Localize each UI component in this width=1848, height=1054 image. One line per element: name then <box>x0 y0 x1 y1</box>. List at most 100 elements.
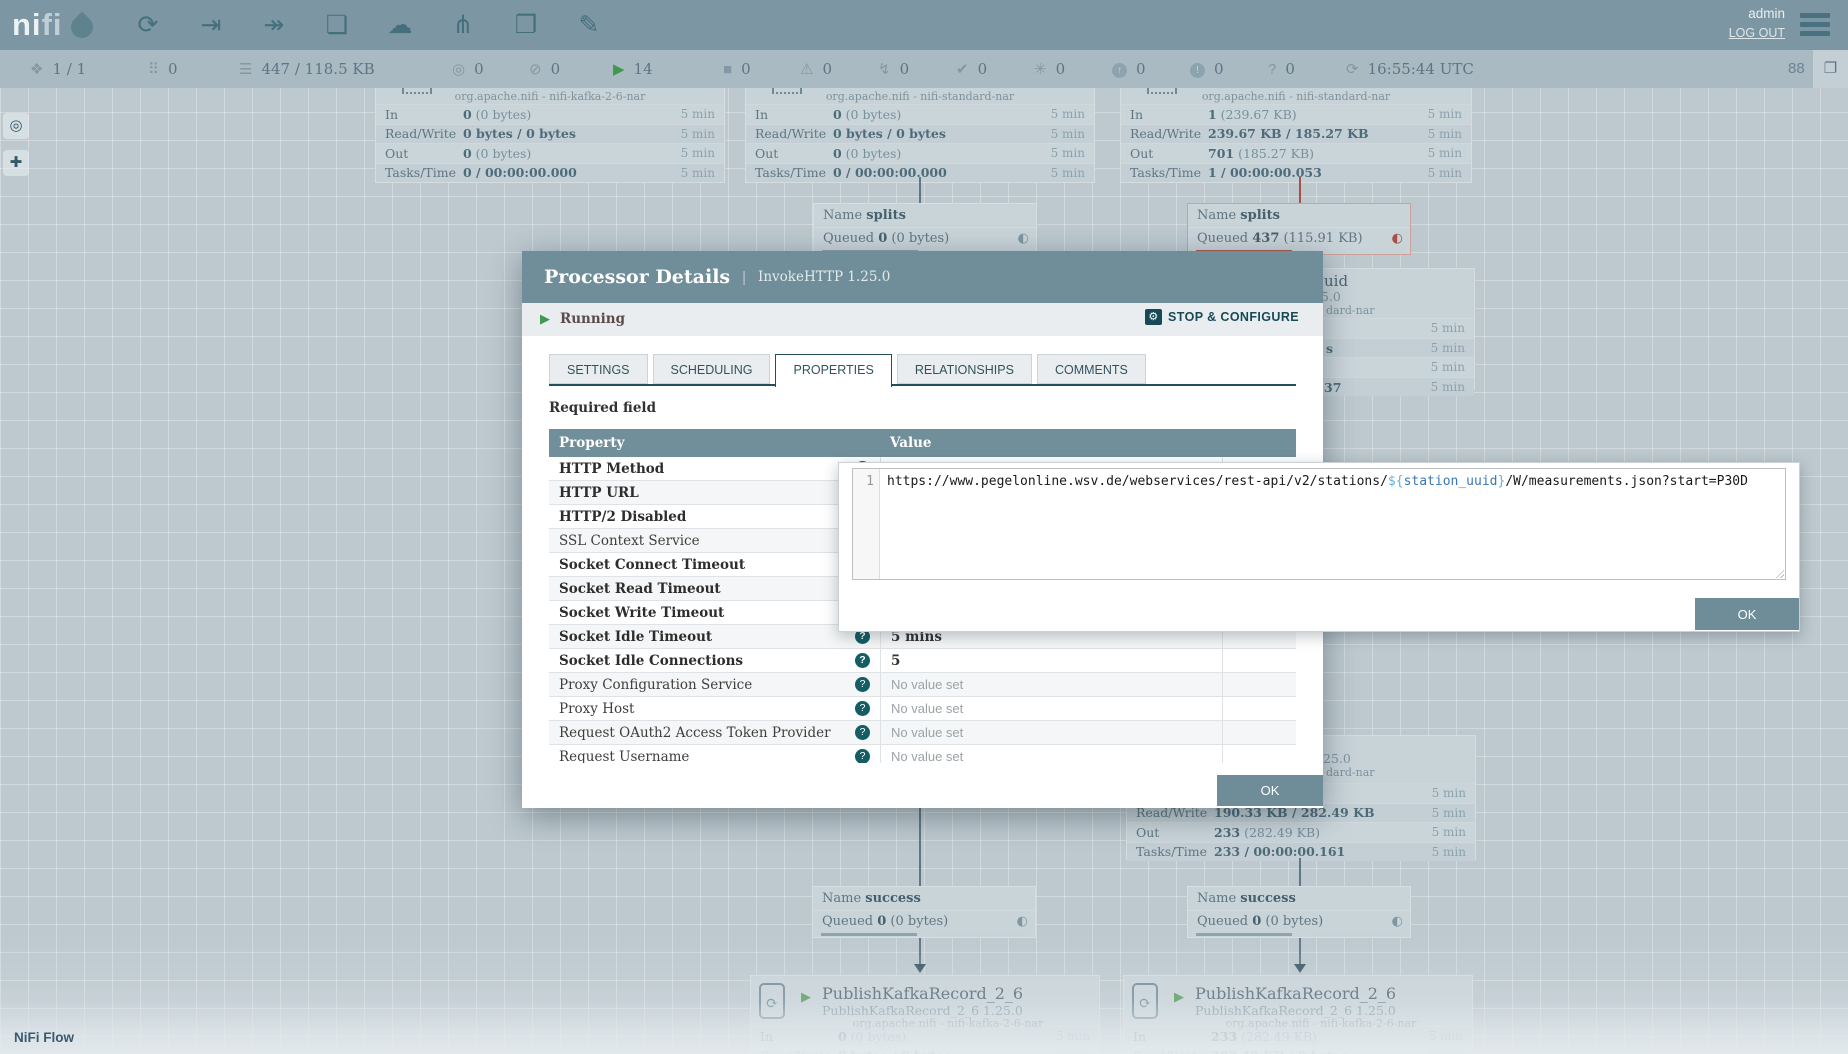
refresh-icon[interactable]: ⟳ <box>1346 61 1359 78</box>
stat-window: 5 min <box>1051 127 1085 141</box>
transmitting-count: 0 <box>474 60 484 78</box>
stat-label: Read/Write <box>385 126 463 141</box>
connection-label[interactable]: Name successQueued 0 (0 bytes)◐ <box>1187 886 1411 938</box>
connection-name-row: Name success <box>813 887 1035 911</box>
help-icon[interactable]: ? <box>855 677 870 692</box>
property-name-cell: Socket Idle Timeout? <box>549 625 880 648</box>
tab-comments[interactable]: COMMENTS <box>1037 354 1146 384</box>
connection-queued-row: Queued 0 (0 bytes)◐ <box>814 228 1036 250</box>
property-name-cell: Proxy Configuration Service? <box>549 673 880 696</box>
status-invalid: ⚠0 <box>800 50 832 88</box>
connection-label[interactable]: Name splitsQueued 437 (115.91 KB)◐ <box>1187 203 1411 255</box>
help-icon[interactable]: ? <box>855 725 870 740</box>
processor[interactable]: org.apache.nifi - nifi-standard-narIn1 (… <box>1120 83 1472 183</box>
processor[interactable]: org.apache.nifi - nifi-standard-narIn0 (… <box>745 83 1095 183</box>
help-icon[interactable]: ? <box>855 701 870 716</box>
stopped-count: 0 <box>741 60 751 78</box>
connection-line[interactable] <box>1299 858 1301 886</box>
connection-line-alert[interactable] <box>1299 177 1301 203</box>
property-value-cell[interactable]: No value set <box>880 745 1222 763</box>
connection-line[interactable] <box>919 177 921 203</box>
logout-link[interactable]: LOG OUT <box>1729 26 1785 40</box>
tab-properties[interactable]: PROPERTIES <box>775 354 891 387</box>
stat-value: 0 (0 bytes) <box>463 107 681 122</box>
locally-modified-stale-icon: ! <box>1190 63 1205 78</box>
up-to-date-icon: ✔ <box>956 61 969 78</box>
stat-label: Tasks/Time <box>1130 165 1208 180</box>
output-port-icon[interactable]: ↠ <box>257 6 291 44</box>
stop-configure-button[interactable]: ⚙ STOP & CONFIGURE <box>1145 309 1299 325</box>
locally-modified-count: 0 <box>1056 60 1066 78</box>
tab-settings[interactable]: SETTINGS <box>549 354 648 384</box>
processor-type: 25.0 <box>1323 751 1351 766</box>
stat-row: Out0 (0 bytes)5 min <box>376 143 724 163</box>
property-value-cell[interactable]: No value set <box>880 697 1222 720</box>
stat-row: Tasks/Time1 / 00:00:00.0535 min <box>1121 163 1471 183</box>
column-property: Property <box>549 435 880 451</box>
property-row: Request OAuth2 Access Token Provider?No … <box>549 721 1296 745</box>
property-extra-cell <box>1222 697 1296 720</box>
breadcrumb[interactable]: NiFi Flow <box>14 1030 74 1045</box>
stat-value: 0 (0 bytes) <box>463 146 681 161</box>
connection-name-row: Name splits <box>1188 204 1410 228</box>
stat-value: 0 (0 bytes) <box>833 146 1051 161</box>
stat-row: Read/Write0 bytes / 0 bytes5 min <box>376 124 724 144</box>
editor-ok-button[interactable]: OK <box>1695 598 1799 630</box>
connection-label[interactable]: Name successQueued 0 (0 bytes)◐ <box>812 886 1036 938</box>
funnel-icon[interactable]: ⋔ <box>446 6 480 44</box>
running-status-label: Running <box>560 311 625 327</box>
disabled-icon: ↯ <box>878 61 891 78</box>
tab-underline <box>549 384 1296 386</box>
processor-status-bar: ▶ Running ⚙ STOP & CONFIGURE <box>522 303 1323 336</box>
template-icon[interactable]: ❐ <box>509 6 543 44</box>
required-field-label: Required field <box>549 400 656 416</box>
property-value-cell[interactable]: 5 <box>880 649 1222 672</box>
global-menu-button[interactable] <box>1800 13 1830 40</box>
property-row: Request Username?No value set <box>549 745 1296 763</box>
bulletin-board-button[interactable]: ❐ <box>1813 50 1848 88</box>
tab-scheduling[interactable]: SCHEDULING <box>653 354 771 384</box>
status-locally-modified-stale: !0 <box>1190 50 1224 88</box>
processor-bundle: dard-nar <box>1326 766 1375 779</box>
stat-window: 5 min <box>1428 146 1462 160</box>
connection-line[interactable] <box>919 808 921 886</box>
help-icon[interactable]: ? <box>855 653 870 668</box>
dialog-tabs: SETTINGS SCHEDULING PROPERTIES RELATIONS… <box>549 354 1151 387</box>
stat-row: Tasks/Time0 / 00:00:00.0005 min <box>376 163 724 183</box>
connection-label[interactable]: Name splitsQueued 0 (0 bytes)◐ <box>813 203 1037 255</box>
navigate-icon[interactable]: ◎ <box>3 113 29 139</box>
processor-icon[interactable]: ⟳ <box>131 6 165 44</box>
hand-tool-icon[interactable]: ✚ <box>3 150 29 176</box>
user-box: admin LOG OUT <box>1729 6 1785 42</box>
locally-modified-icon: ✳ <box>1034 61 1047 78</box>
input-port-icon[interactable]: ⇥ <box>194 6 228 44</box>
value-editor-text[interactable]: https://www.pegelonline.wsv.de/webservic… <box>881 469 1785 579</box>
stat-row: Read/Write0 bytes / 0 bytes5 min <box>746 124 1094 144</box>
property-value-cell[interactable]: No value set <box>880 721 1222 744</box>
property-row: Socket Idle Connections?5 <box>549 649 1296 673</box>
load-balance-icon: ◐ <box>1018 228 1029 250</box>
dialog-ok-button[interactable]: OK <box>1217 775 1323 806</box>
remote-process-group-icon[interactable]: ☁ <box>383 6 417 44</box>
stale-icon: ↑ <box>1112 63 1127 78</box>
process-group-icon[interactable]: ❏ <box>320 6 354 44</box>
stat-window: 5 min <box>681 146 715 160</box>
property-name-cell: HTTP Method? <box>549 457 880 480</box>
property-name-cell: HTTP/2 Disabled? <box>549 505 880 528</box>
stat-value: 0 / 00:00:00.000 <box>463 165 681 180</box>
stat-value: 0 / 00:00:00.000 <box>833 165 1051 180</box>
processor[interactable]: org.apache.nifi - nifi-kafka-2-6-narIn0 … <box>375 83 725 183</box>
gear-icon: ⚙ <box>1145 309 1162 325</box>
property-value-cell[interactable]: No value set <box>880 673 1222 696</box>
stat-row: In0 (0 bytes)5 min <box>376 104 724 124</box>
stat-label: Read/Write <box>755 126 833 141</box>
water-drop-icon <box>66 11 97 42</box>
logo-text: ni <box>12 7 42 43</box>
status-stale: ↑0 <box>1112 50 1146 88</box>
tab-relationships[interactable]: RELATIONSHIPS <box>897 354 1032 384</box>
label-icon[interactable]: ✎ <box>572 6 606 44</box>
running-icon: ▶ <box>613 61 625 78</box>
help-icon[interactable]: ? <box>855 749 870 763</box>
property-name-cell: Proxy Host? <box>549 697 880 720</box>
stat-row: Out701 (185.27 KB)5 min <box>1121 143 1471 163</box>
